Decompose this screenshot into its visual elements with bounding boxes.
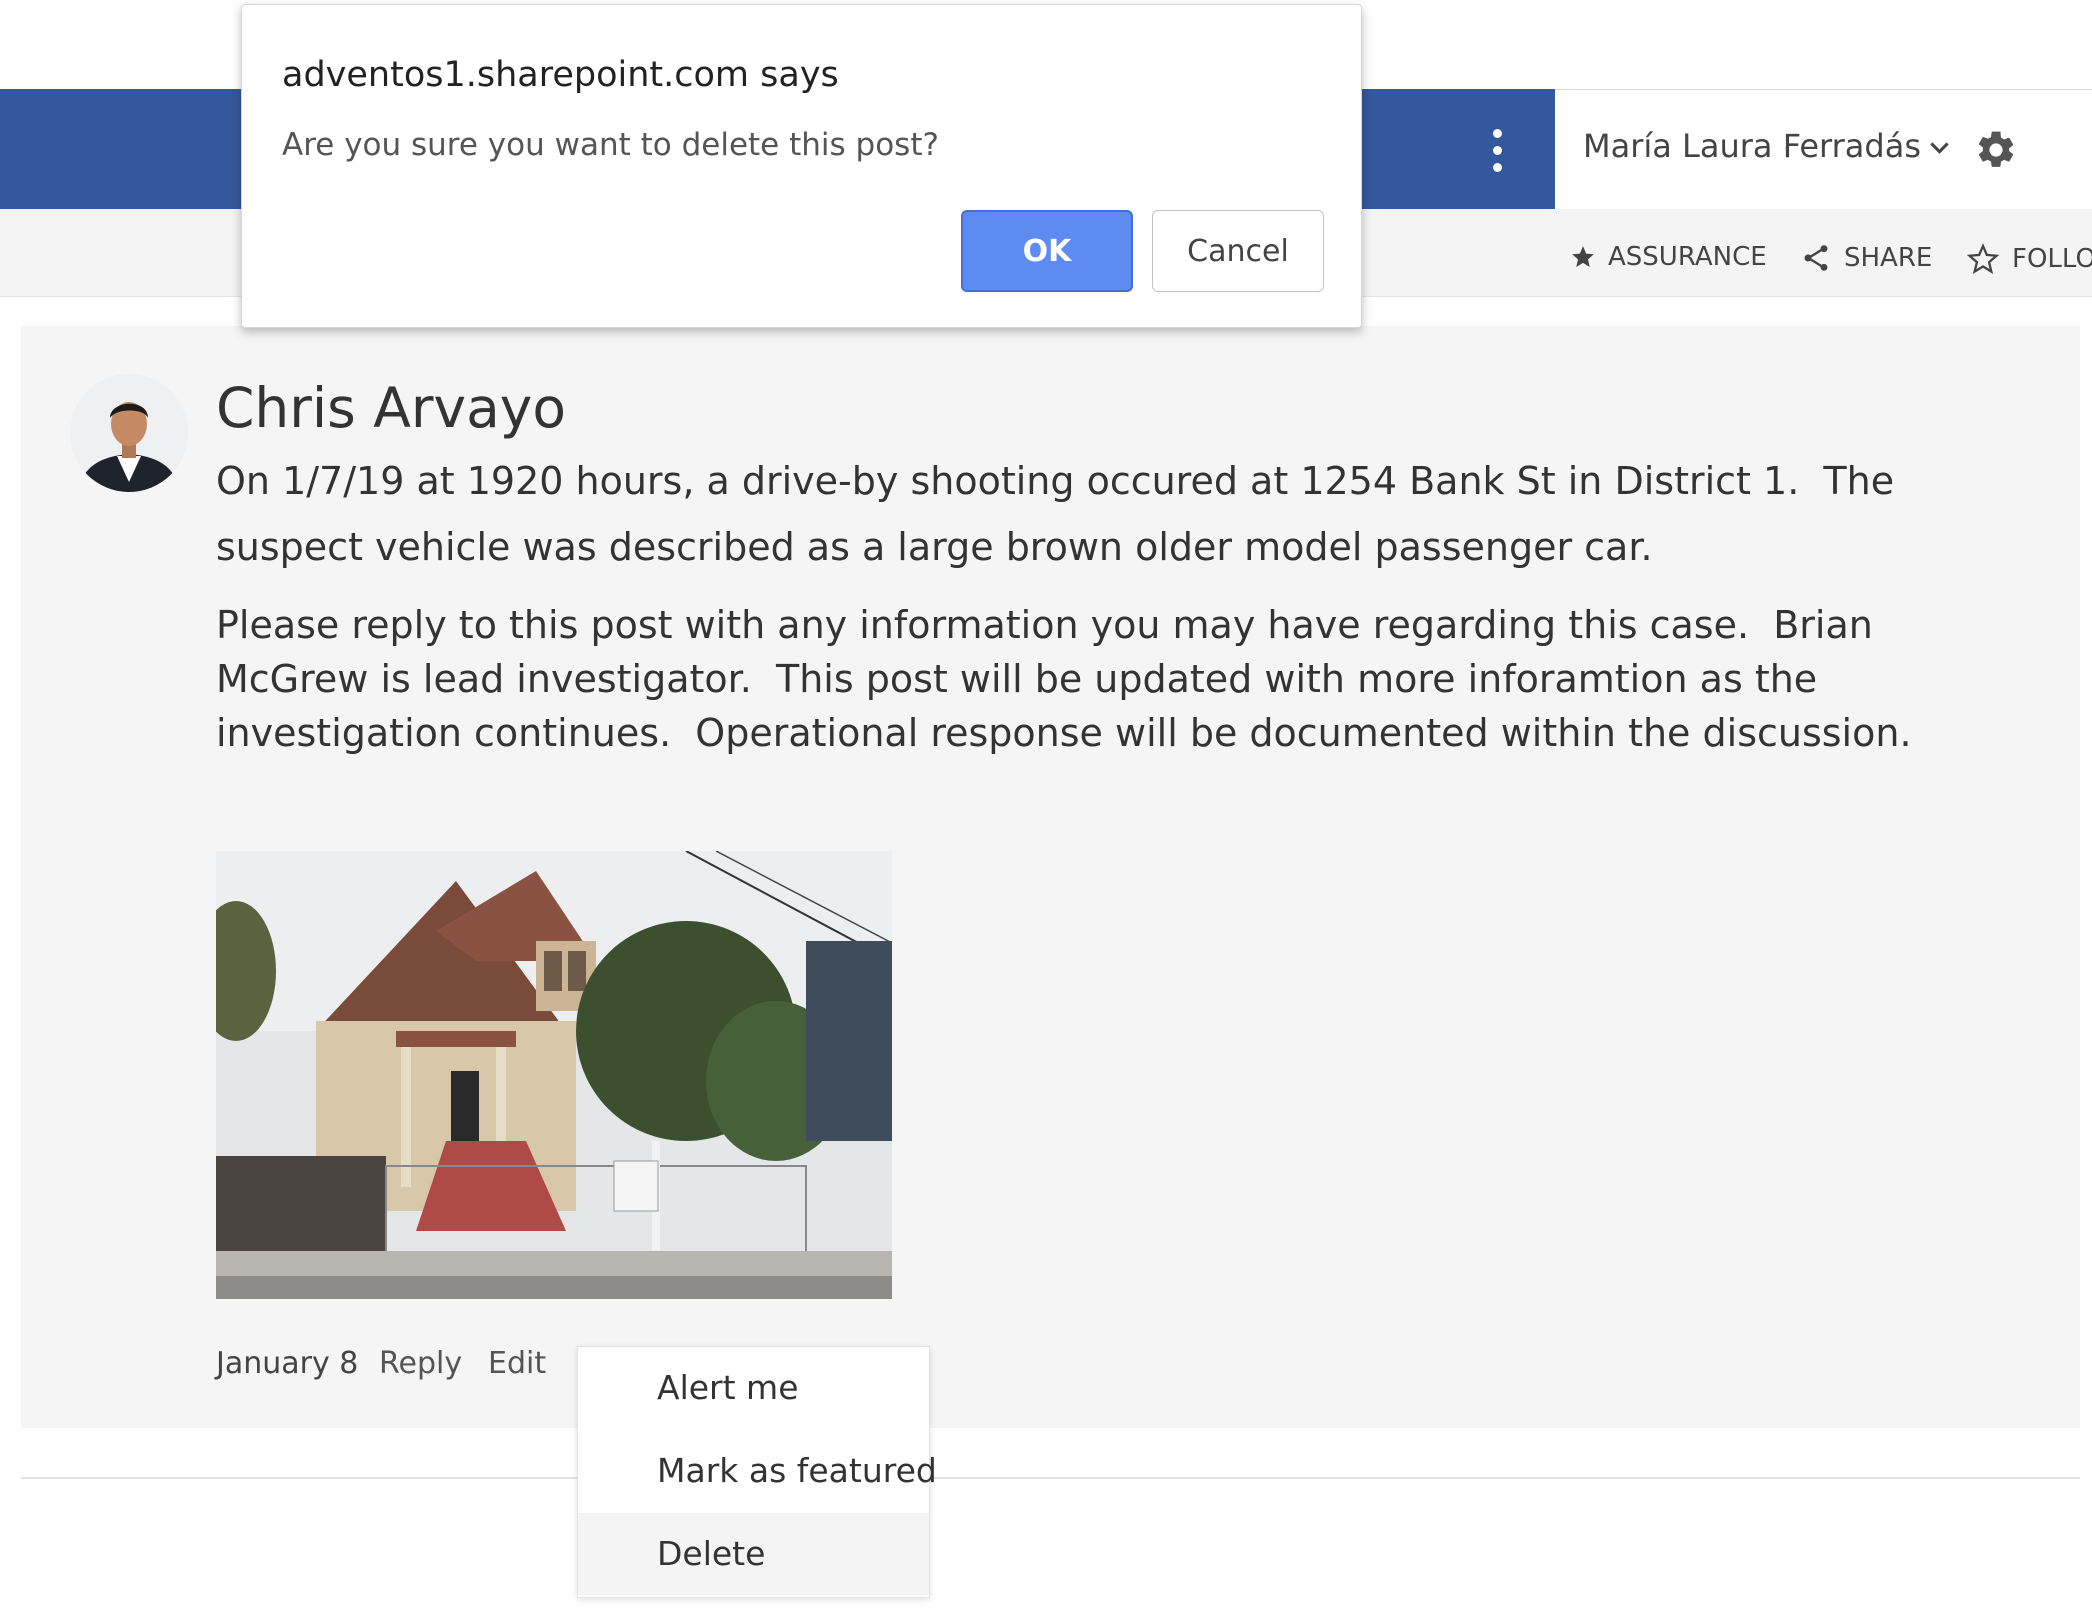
assurance-button[interactable]: ASSURANCE [1570, 242, 1767, 272]
divider [21, 1477, 2080, 1479]
avatar[interactable] [70, 374, 188, 492]
share-label: SHARE [1844, 243, 1933, 273]
post-paragraph: On 1/7/19 at 1920 hours, a drive-by shoo… [216, 459, 1907, 569]
edit-link[interactable]: Edit [488, 1346, 546, 1381]
dialog-message: Are you sure you want to delete this pos… [282, 127, 939, 163]
follow-label: FOLLO [2012, 244, 2092, 274]
menu-item-delete[interactable]: Delete [578, 1513, 929, 1595]
gear-icon[interactable] [1974, 128, 2018, 172]
menu-item-alert-me[interactable]: Alert me [578, 1347, 929, 1429]
share-icon [1804, 245, 1828, 271]
user-menu-button[interactable]: María Laura Ferradás [1583, 127, 1949, 165]
menu-item-mark-featured[interactable]: Mark as featured [578, 1430, 937, 1512]
post-paragraph: Please reply to this post with any infor… [216, 603, 1912, 755]
post-author[interactable]: Chris Arvayo [216, 376, 566, 440]
user-name: María Laura Ferradás [1583, 127, 1921, 165]
confirm-dialog: adventos1.sharepoint.com says Are you su… [241, 4, 1362, 328]
more-vertical-icon[interactable] [1480, 120, 1514, 180]
cancel-button[interactable]: Cancel [1152, 210, 1324, 292]
star-filled-icon [1572, 246, 1594, 267]
assurance-label: ASSURANCE [1608, 242, 1767, 272]
chevron-down-icon [1930, 135, 1949, 154]
share-button[interactable]: SHARE [1800, 242, 1932, 274]
star-outline-icon [1966, 243, 2000, 274]
post-context-menu: Alert me Mark as featured Delete [577, 1346, 937, 1598]
follow-button[interactable]: FOLLO [1966, 242, 2092, 276]
post-date: January 8 [216, 1346, 359, 1381]
ok-button[interactable]: OK [961, 210, 1133, 292]
post-body: On 1/7/19 at 1920 hours, a drive-by shoo… [216, 448, 2016, 760]
post-image[interactable] [216, 851, 892, 1299]
dialog-title: adventos1.sharepoint.com says [282, 55, 839, 95]
reply-link[interactable]: Reply [379, 1346, 462, 1381]
